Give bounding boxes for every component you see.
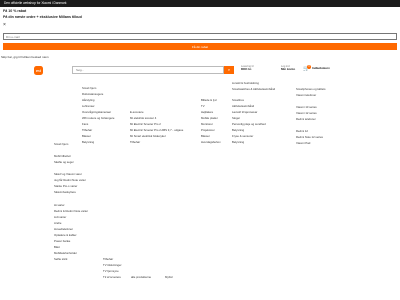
menu-col-5: Xiaomi 13 series Xiaomi 12 series Redmi … [296,105,323,148]
menu-item[interactable]: Tilbehør [130,140,183,147]
menu-item-smart-home[interactable]: Smart hjem [54,142,68,146]
promo-title: Få 10 % rabat [3,9,27,13]
menu-item[interactable]: Belysning [82,140,115,147]
announcement-bar: Den officielle webshop for Xiaomi i Danm… [0,0,400,7]
menu-item[interactable]: Hverdagsbehov [201,140,221,147]
menu-item[interactable]: Mybid [165,275,172,282]
menu-lower-2: Skærf og Xiaomi varer Jeg får Redmi Note… [54,172,86,197]
announcement-text: Den officielle webshop for Xiaomi i Danm… [4,0,67,5]
mi-logo[interactable]: mi [34,66,43,75]
cart-label: Indkøbskurv [312,66,330,70]
search-input[interactable] [72,66,224,74]
skip-link[interactable]: Skip bar, gig til hvilken besked navn [1,55,49,60]
menu-item[interactable]: Xiaomi telefoner [296,93,326,100]
menu-col-1: Smart hjem Robotstøvsugere Hårstyling Lu… [82,86,115,147]
menu-bottom-col-3: alle produkterne [131,275,151,282]
promo-subtitle-bar: På din næste ordre + eksklusive Millans … [0,14,400,20]
menu-item[interactable]: Smartwatches & Aktivitetsarmbånd [232,87,275,94]
search-icon: ⌕ [227,67,231,72]
menu-item[interactable]: Skøfte og seger [54,160,74,167]
menu-top-right: Livsstil & husholdning Smartwatches & Ak… [232,81,275,94]
email-field[interactable] [3,33,397,40]
menu-col-4: Smartbox Aktivitetsarmbånd Lavsoft til k… [232,98,266,147]
cart-count-badge: 0 [307,65,311,69]
menu-col-2: E-scootere Mi elektrisk scooter 4 Mi Ele… [130,110,183,147]
menu-top-right-2: Smartphones og tablets Xiaomi telefoner [296,87,326,100]
menu-bottom-col-2: Tilbehør TV tilslutninger TV fjernsyne T… [103,257,122,282]
menu-col-3: Billede & lyd TV Højttalere Mobile plade… [201,98,221,147]
menu-item[interactable]: alle produkterne [131,275,151,282]
menu-bottom-col-4: Mybid [165,275,172,282]
menu-item[interactable]: Xiaomi Pad [296,141,323,148]
login-link[interactable]: Log ind Min konto [281,65,295,72]
shipping-value: DKK kr. [241,67,252,72]
search-button[interactable]: ⌕ [224,66,234,74]
menu-item[interactable]: T2 af scootere [103,275,122,282]
menu-item[interactable]: Skærmbeskyttere [54,190,86,197]
menu-item[interactable]: Belysning [232,140,266,147]
menu-lower-3: Hi-varier Redmi & Redmi Note varier Lidt… [54,203,88,264]
subscribe-button[interactable]: Få din rabat [3,43,397,50]
menu-lower-1: Mobil tilbehør Skøfte og seger [54,154,74,167]
promo-subtitle: På din næste ordre + eksklusive Millans … [3,15,82,19]
login-value: Min konto [281,67,296,72]
close-icon[interactable]: × [3,22,6,28]
shipping-selector[interactable]: Levering til DKK kr. [241,65,254,72]
menu-item[interactable]: Selfie stick [54,257,88,264]
